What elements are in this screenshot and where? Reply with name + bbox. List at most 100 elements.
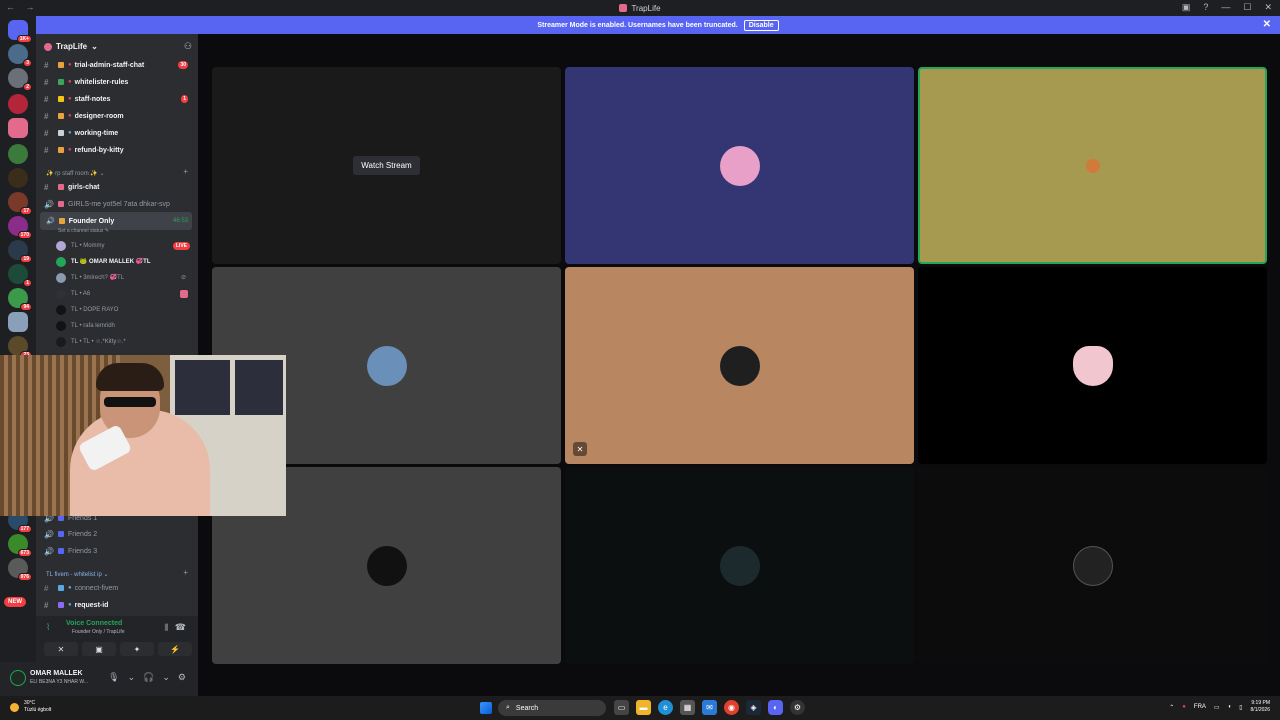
edge-icon[interactable]: e: [658, 700, 673, 715]
settings-icon[interactable]: ⚙: [790, 700, 805, 715]
disconnect-icon[interactable]: ☎: [175, 622, 186, 633]
network-icon[interactable]: ▭: [1214, 704, 1220, 711]
channel-status-hint[interactable]: Set a channel status ✎: [58, 228, 109, 234]
watch-stream-button[interactable]: Watch Stream: [353, 156, 420, 175]
server-icon[interactable]: 3: [8, 44, 32, 67]
task-view-icon[interactable]: ▭: [614, 700, 629, 715]
voice-member[interactable]: TL • DOPE RAYO: [56, 302, 190, 317]
banner-close-icon[interactable]: ✕: [1263, 19, 1271, 30]
user-name[interactable]: OMAR MALLEK: [30, 670, 83, 677]
participant-tile-speaking[interactable]: [918, 67, 1267, 264]
unread-badge: 94: [20, 303, 32, 311]
voice-member[interactable]: TL • rafa lemridh: [56, 318, 190, 333]
server-icon[interactable]: [8, 312, 28, 332]
minimize-button[interactable]: —: [1221, 2, 1230, 13]
server-icon[interactable]: 1: [8, 264, 32, 287]
voice-channel-item[interactable]: 🔊 Friends 3: [44, 543, 194, 559]
screen-share-button[interactable]: ▣: [82, 642, 116, 656]
channel-item[interactable]: # ● whitelister-rules: [44, 74, 194, 90]
voice-member[interactable]: TL • Mommy LIVE: [56, 238, 190, 253]
inbox-icon[interactable]: ▣: [1182, 2, 1191, 13]
live-badge: LIVE: [172, 241, 190, 250]
chevron-up-icon[interactable]: ⌃: [1169, 704, 1174, 711]
server-icon[interactable]: 976: [8, 558, 32, 581]
voice-member[interactable]: TL • A6: [56, 286, 190, 301]
chevron-down-icon[interactable]: ⌄: [128, 672, 136, 683]
help-icon[interactable]: ?: [1203, 2, 1208, 13]
store-icon[interactable]: ▦: [680, 700, 695, 715]
battery-icon[interactable]: ▯: [1239, 704, 1242, 711]
clock[interactable]: 9:19 PM 8/1/2026: [1251, 700, 1270, 714]
channel-item[interactable]: # girls-chat: [44, 179, 194, 195]
new-badge[interactable]: NEW: [4, 597, 26, 607]
activities-button[interactable]: ✦: [120, 642, 154, 656]
channel-item[interactable]: # ● designer-room: [44, 108, 194, 124]
server-icon[interactable]: 17: [8, 192, 32, 215]
channel-item[interactable]: # ● request-id: [44, 597, 194, 613]
server-icon[interactable]: 673: [8, 534, 32, 557]
close-button[interactable]: ✕: [1264, 2, 1272, 13]
microphone-icon[interactable]: ●: [1182, 704, 1186, 710]
weather-widget[interactable]: 30°C Tüzlü égbolt: [10, 700, 51, 714]
server-icon[interactable]: 170: [8, 216, 32, 239]
participant-tile[interactable]: [918, 467, 1267, 664]
maximize-button[interactable]: ☐: [1243, 2, 1251, 13]
start-button[interactable]: [480, 702, 492, 714]
participant-tile[interactable]: [918, 267, 1267, 464]
channel-label: staff-notes: [74, 95, 111, 103]
voice-location[interactable]: Founder Only / TrapLife: [72, 629, 125, 635]
channel-item[interactable]: # ● trial-admin-staff-chat 30: [44, 57, 194, 73]
file-explorer-icon[interactable]: ▬: [636, 700, 651, 715]
participant-tile[interactable]: ✕: [565, 267, 914, 464]
voice-member[interactable]: TL • 3mlrech? 💞TL ⊘: [56, 270, 190, 285]
discord-icon[interactable]: ◐: [768, 700, 783, 715]
server-icon[interactable]: 94: [8, 288, 32, 311]
volume-icon[interactable]: ◖: [1228, 704, 1232, 710]
member-name: TL • TL • ☆.*Kitty☆.*: [71, 339, 126, 345]
voice-channel-item[interactable]: 🔊 Friends 2: [44, 526, 194, 542]
outlook-icon[interactable]: ✉: [702, 700, 717, 715]
participant-tile[interactable]: [565, 67, 914, 264]
category-header[interactable]: ✨ rp staff room ✨ ⌄: [46, 170, 105, 177]
voice-channel-item[interactable]: 🔊 GIRLS-me yot5el 7ata dhkar-svp: [44, 196, 194, 212]
channel-item[interactable]: # ● refund-by-kitty: [44, 142, 194, 158]
chevron-down-icon[interactable]: ⌄: [162, 672, 170, 683]
user-add-icon[interactable]: ⚇: [184, 41, 192, 52]
search-label: Search: [515, 704, 539, 712]
history-nav-icons[interactable]: ← →: [6, 2, 39, 12]
channel-item[interactable]: # ● connect-fivem: [44, 580, 194, 596]
search-icon: ⌕: [506, 704, 510, 711]
language-indicator[interactable]: FRA: [1194, 704, 1206, 710]
server-icon[interactable]: 2: [8, 68, 32, 91]
server-icon[interactable]: 19: [8, 240, 32, 263]
add-channel-icon[interactable]: +: [183, 167, 188, 176]
stream-tile[interactable]: Watch Stream: [212, 67, 561, 264]
chrome-icon[interactable]: ◉: [724, 700, 739, 715]
server-icon[interactable]: [8, 144, 28, 164]
server-header[interactable]: TrapLife ⌄: [44, 42, 98, 51]
microphone-icon[interactable]: 🎙: [108, 672, 119, 683]
add-channel-icon[interactable]: +: [183, 568, 188, 577]
server-icon[interactable]: [8, 94, 28, 114]
search-box[interactable]: ⌕ Search: [498, 700, 606, 716]
direct-messages-icon[interactable]: 1K+: [8, 20, 32, 43]
gear-icon[interactable]: ⚙: [178, 672, 186, 683]
avatar[interactable]: [10, 670, 26, 686]
channel-emoji-icon: [58, 585, 64, 591]
traplife-server-icon[interactable]: [8, 118, 28, 138]
category-header[interactable]: TL fivem - whitelist ip ⌄: [46, 571, 108, 578]
server-icon[interactable]: 23: [8, 336, 32, 359]
camera-off-button[interactable]: ✕: [44, 642, 78, 656]
participant-tile[interactable]: [565, 467, 914, 664]
headphones-icon[interactable]: 🎧: [143, 672, 154, 683]
server-icon[interactable]: [8, 168, 28, 188]
soundboard-button[interactable]: ⚡: [158, 642, 192, 656]
channel-item[interactable]: # ● staff-notes 1: [44, 91, 194, 107]
voice-connected-label[interactable]: Voice Connected: [66, 620, 122, 627]
disable-streamer-mode-button[interactable]: Disable: [743, 19, 779, 31]
channel-item[interactable]: # ● working-time: [44, 125, 194, 141]
voice-member[interactable]: TL 🐸 OMAR MALLEK 💞TL: [56, 254, 190, 269]
steam-icon[interactable]: ◈: [746, 700, 761, 715]
noise-suppression-icon[interactable]: ⫼: [164, 623, 168, 633]
voice-member[interactable]: TL • TL • ☆.*Kitty☆.*: [56, 334, 190, 349]
